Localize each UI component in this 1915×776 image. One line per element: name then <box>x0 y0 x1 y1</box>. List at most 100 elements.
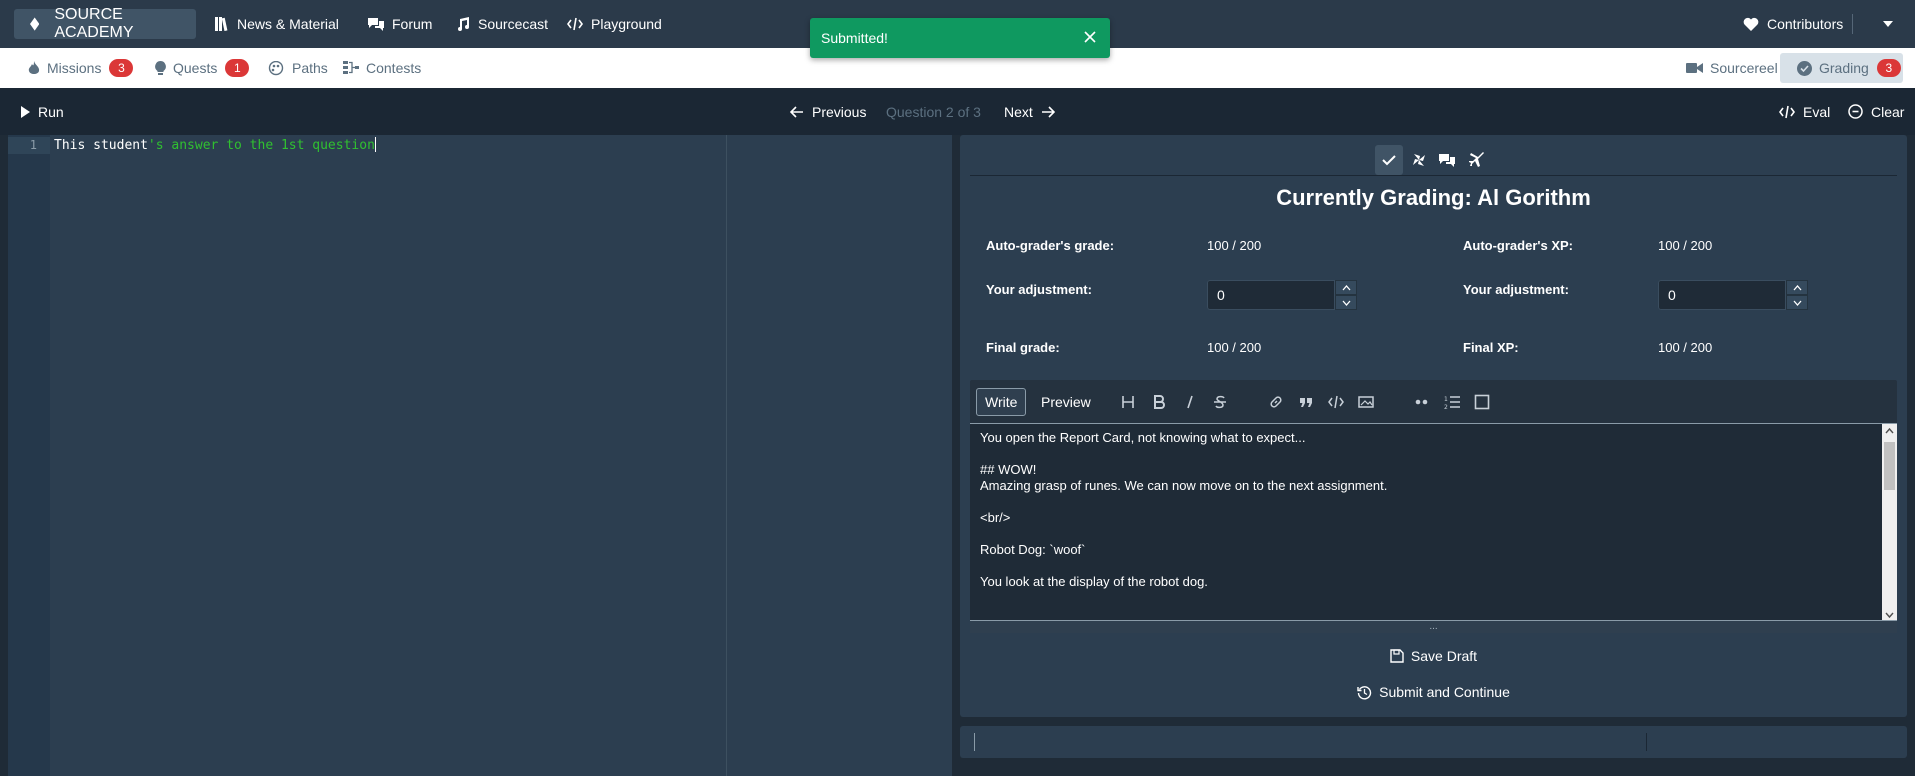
ordered-list-icon[interactable]: 12 <box>1444 394 1460 410</box>
tab-grading-label: Grading <box>1819 60 1869 76</box>
unordered-list-icon[interactable] <box>1414 394 1430 410</box>
nav-playground[interactable]: Playground <box>567 0 662 48</box>
diamond-logo-icon <box>30 17 40 31</box>
tab-grading[interactable]: Grading 3 <box>1780 53 1903 83</box>
tab-paths[interactable]: Paths <box>268 48 328 88</box>
chevron-up-icon <box>1793 284 1801 290</box>
xp-adjustment-label: Your adjustment: <box>1463 282 1569 297</box>
increment-button[interactable] <box>1786 280 1808 295</box>
italic-icon[interactable] <box>1182 394 1198 410</box>
code-icon[interactable] <box>1328 394 1344 410</box>
save-draft-label: Save Draft <box>1410 648 1478 664</box>
scroll-up-icon[interactable] <box>1885 427 1894 436</box>
checkbox-list-icon[interactable] <box>1474 394 1490 410</box>
preview-tab[interactable]: Preview <box>1033 388 1099 416</box>
code-line[interactable]: This student's answer to the 1st questio… <box>54 137 376 154</box>
heart-icon <box>1743 17 1759 31</box>
music-icon <box>458 17 469 31</box>
comment-line: You open the Report Card, not knowing wh… <box>980 430 1306 445</box>
scrollbar-thumb[interactable] <box>1884 442 1895 490</box>
previous-button[interactable]: Previous <box>790 88 866 135</box>
increment-button[interactable] <box>1335 280 1357 295</box>
xp-adjustment-stepper[interactable]: 0 <box>1658 280 1808 310</box>
book-icon <box>215 17 228 31</box>
write-tab[interactable]: Write <box>976 388 1027 416</box>
run-button[interactable]: Run <box>20 88 64 135</box>
grade-adjustment-stepper[interactable]: 0 <box>1207 280 1357 310</box>
tab-comments[interactable] <box>1433 145 1461 175</box>
tab-data-visualizer[interactable] <box>1405 145 1433 175</box>
close-icon[interactable] <box>1084 31 1096 43</box>
grading-title: Currently Grading: Al Gorithm <box>1276 185 1591 210</box>
nav-news-material[interactable]: News & Material <box>215 0 339 48</box>
decrement-button[interactable] <box>1786 295 1808 310</box>
autograder-grade-value: 100 / 200 <box>1207 238 1262 253</box>
grade-adjustment-input[interactable]: 0 <box>1207 280 1335 310</box>
lightbulb-icon <box>155 60 166 75</box>
caret-down-icon[interactable] <box>1883 20 1893 28</box>
nav-contributors-label: Contributors <box>1767 16 1844 32</box>
tab-missions[interactable]: Missions 3 <box>28 48 134 88</box>
next-button[interactable]: Next <box>1004 88 1063 135</box>
submit-and-continue-button[interactable]: Submit and Continue <box>960 684 1907 700</box>
nav-news-material-label: News & Material <box>237 16 339 32</box>
tab-sourcereel[interactable]: Sourcereel <box>1686 48 1778 88</box>
source-academy-home-button[interactable]: SOURCE ACADEMY <box>14 6 196 41</box>
xp-adjustment-input[interactable]: 0 <box>1658 280 1786 310</box>
decrement-button[interactable] <box>1335 295 1357 310</box>
svg-text:1: 1 <box>1444 396 1448 403</box>
save-draft-button[interactable]: Save Draft <box>960 648 1907 664</box>
tab-sourcereel-label: Sourcereel <box>1710 60 1778 76</box>
arrow-right-icon <box>1041 105 1055 118</box>
heading-icon[interactable] <box>1120 394 1136 410</box>
mde-toolbar: Write Preview 12 <box>970 380 1897 423</box>
quote-icon[interactable] <box>1298 394 1314 410</box>
missions-count-badge: 3 <box>109 59 134 77</box>
code-editor[interactable]: 1 This student's answer to the 1st quest… <box>8 135 952 776</box>
repl-cursor <box>974 733 975 751</box>
nav-forum[interactable]: Forum <box>368 0 432 48</box>
final-grade-label: Final grade: <box>986 340 1060 355</box>
panel-divider <box>970 175 1897 176</box>
line-number: 1 <box>29 138 37 152</box>
next-label: Next <box>1004 103 1033 120</box>
eval-label: Eval <box>1803 103 1831 120</box>
bold-icon[interactable] <box>1151 394 1167 410</box>
autograder-grade-label: Auto-grader's grade: <box>986 238 1115 253</box>
grade-adjustment-label: Your adjustment: <box>986 282 1092 297</box>
tab-quests-label: Quests <box>173 60 218 76</box>
control-bar: Run Previous Question 2 of 3 Next Eval C… <box>0 88 1915 135</box>
chevron-down-icon <box>1793 300 1801 306</box>
clear-button[interactable]: Clear <box>1848 88 1904 135</box>
nav-playground-label: Playground <box>591 16 662 32</box>
xp-adjustment-spin <box>1786 280 1808 310</box>
tab-grading-editor[interactable] <box>1375 145 1403 175</box>
minus-circle-icon <box>1848 104 1863 119</box>
check-circle-icon <box>1797 60 1812 76</box>
repl-divider <box>1646 733 1647 751</box>
nav-contributors[interactable]: Contributors <box>1743 0 1843 48</box>
previous-label: Previous <box>812 103 867 120</box>
vertical-scrollbar[interactable] <box>1882 424 1897 620</box>
strikethrough-icon[interactable] <box>1212 394 1228 410</box>
tab-autograder[interactable] <box>1463 145 1491 175</box>
question-indicator-label: Question 2 of 3 <box>886 103 981 120</box>
nav-sourcecast[interactable]: Sourcecast <box>456 0 548 48</box>
image-icon[interactable] <box>1358 394 1374 410</box>
repl-input-bar[interactable] <box>960 726 1907 758</box>
tab-paths-label: Paths <box>292 60 328 76</box>
toast-message: Submitted! <box>821 30 888 46</box>
eval-button[interactable]: Eval <box>1779 88 1830 135</box>
comment-markdown-editor: Write Preview 12 You open the Report Car… <box>970 380 1897 633</box>
resize-grip[interactable]: ... <box>970 621 1897 633</box>
tab-quests[interactable]: Quests 1 <box>155 48 250 88</box>
comment-text: You open the Report Card, not knowing wh… <box>980 430 1387 606</box>
comment-line: Amazing grasp of runes. We can now move … <box>980 478 1388 493</box>
scroll-down-icon[interactable] <box>1885 610 1894 619</box>
tab-contests[interactable]: Contests <box>343 48 421 88</box>
contests-icon <box>343 61 359 74</box>
link-icon[interactable] <box>1268 394 1284 410</box>
paths-icon <box>268 60 284 75</box>
comment-line: You look at the display of the robot dog… <box>980 574 1208 589</box>
comment-textarea[interactable]: You open the Report Card, not knowing wh… <box>970 423 1897 621</box>
